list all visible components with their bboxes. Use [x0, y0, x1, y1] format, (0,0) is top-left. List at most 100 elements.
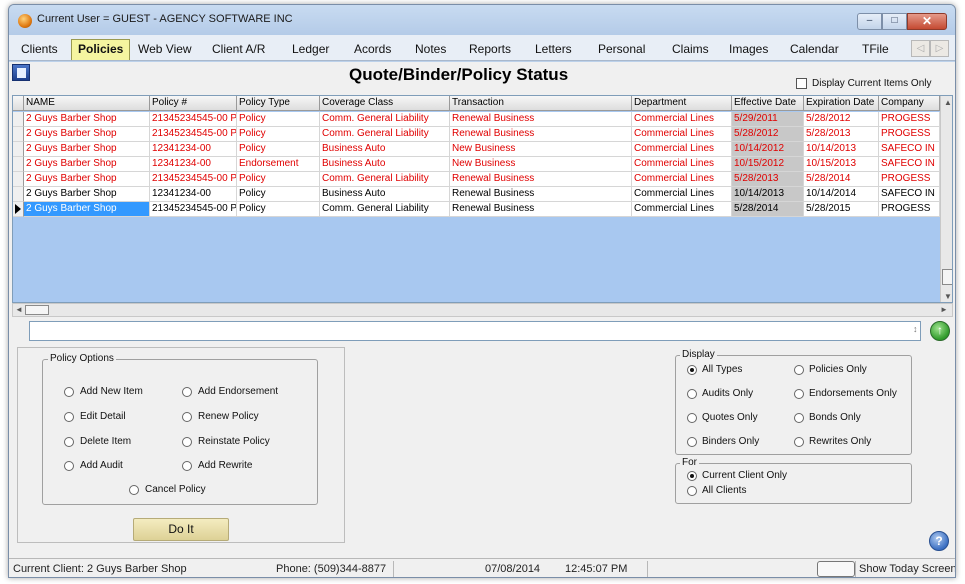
- radio-all-types[interactable]: [687, 365, 697, 375]
- cell-name[interactable]: 2 Guys Barber Shop: [24, 127, 150, 142]
- cell-company[interactable]: PROGESS: [879, 127, 940, 142]
- cell-expiration-date[interactable]: 5/28/2014: [804, 172, 879, 187]
- radio-cancel-policy[interactable]: [129, 485, 139, 495]
- cell-company[interactable]: SAFECO IN: [879, 187, 940, 202]
- cell-policy-type[interactable]: Policy: [237, 172, 320, 187]
- cell-transaction[interactable]: Renewal Business: [450, 187, 632, 202]
- radio-audits-only[interactable]: [687, 389, 697, 399]
- cell-company[interactable]: PROGESS: [879, 172, 940, 187]
- row-indicator[interactable]: [13, 157, 24, 172]
- cell-department[interactable]: Commercial Lines: [632, 187, 732, 202]
- cell-name[interactable]: 2 Guys Barber Shop: [24, 202, 150, 217]
- radio-endorsements-only[interactable]: [794, 389, 804, 399]
- cell-coverage-class[interactable]: Business Auto: [320, 187, 450, 202]
- scroll-left-icon[interactable]: ◄: [15, 305, 23, 314]
- close-button[interactable]: ✕: [907, 13, 947, 30]
- column-header-department[interactable]: Department: [632, 96, 732, 111]
- radio-current-client-only[interactable]: [687, 471, 697, 481]
- cell-transaction[interactable]: Renewal Business: [450, 127, 632, 142]
- row-indicator[interactable]: [13, 142, 24, 157]
- today-screen-indicator[interactable]: [817, 561, 855, 577]
- cell-department[interactable]: Commercial Lines: [632, 157, 732, 172]
- cell-transaction[interactable]: Renewal Business: [450, 202, 632, 217]
- tab-clients[interactable]: Clients: [21, 42, 58, 60]
- cell-policy-number[interactable]: 12341234-00: [150, 142, 237, 157]
- radio-edit-detail[interactable]: [64, 412, 74, 422]
- radio-quotes-only[interactable]: [687, 413, 697, 423]
- row-indicator[interactable]: [13, 112, 24, 127]
- scroll-down-icon[interactable]: ▼: [944, 292, 952, 301]
- minimize-button[interactable]: –: [857, 13, 882, 30]
- tab-claims[interactable]: Claims: [672, 42, 709, 60]
- cell-coverage-class[interactable]: Comm. General Liability: [320, 127, 450, 142]
- column-header-company[interactable]: Company: [879, 96, 940, 111]
- cell-coverage-class[interactable]: Business Auto: [320, 157, 450, 172]
- column-header-policy-type[interactable]: Policy Type: [237, 96, 320, 111]
- tab-acords[interactable]: Acords: [354, 42, 391, 60]
- cell-policy-number[interactable]: 21345234545-00 P: [150, 112, 237, 127]
- radio-binders-only[interactable]: [687, 437, 697, 447]
- column-header-policy-number[interactable]: Policy #: [150, 96, 237, 111]
- tab-client-ar[interactable]: Client A/R: [212, 42, 265, 60]
- cell-expiration-date[interactable]: 10/15/2013: [804, 157, 879, 172]
- help-icon[interactable]: ?: [929, 531, 949, 551]
- cell-expiration-date[interactable]: 5/28/2013: [804, 127, 879, 142]
- tab-calendar[interactable]: Calendar: [790, 42, 839, 60]
- cell-effective-date[interactable]: 10/15/2012: [732, 157, 804, 172]
- cell-coverage-class[interactable]: Comm. General Liability: [320, 112, 450, 127]
- cell-expiration-date[interactable]: 5/28/2015: [804, 202, 879, 217]
- cell-effective-date[interactable]: 5/28/2013: [732, 172, 804, 187]
- cell-expiration-date[interactable]: 10/14/2013: [804, 142, 879, 157]
- cell-name[interactable]: 2 Guys Barber Shop: [24, 157, 150, 172]
- tab-ledger[interactable]: Ledger: [292, 42, 329, 60]
- cell-effective-date[interactable]: 5/29/2011: [732, 112, 804, 127]
- cell-department[interactable]: Commercial Lines: [632, 142, 732, 157]
- radio-add-rewrite[interactable]: [182, 461, 192, 471]
- cell-policy-number[interactable]: 21345234545-00 P: [150, 172, 237, 187]
- cell-transaction[interactable]: Renewal Business: [450, 112, 632, 127]
- radio-rewrites-only[interactable]: [794, 437, 804, 447]
- column-header-name[interactable]: NAME: [24, 96, 150, 111]
- cell-policy-type[interactable]: Policy: [237, 112, 320, 127]
- radio-add-new-item[interactable]: [64, 387, 74, 397]
- cell-department[interactable]: Commercial Lines: [632, 127, 732, 142]
- radio-bonds-only[interactable]: [794, 413, 804, 423]
- cell-department[interactable]: Commercial Lines: [632, 112, 732, 127]
- grid-vertical-scroll-thumb[interactable]: [942, 269, 952, 285]
- cell-name[interactable]: 2 Guys Barber Shop: [24, 172, 150, 187]
- radio-add-endorsement[interactable]: [182, 387, 192, 397]
- cell-company[interactable]: PROGESS: [879, 112, 940, 127]
- grid-horizontal-scrollbar[interactable]: ◄ ►: [12, 303, 953, 317]
- cell-name[interactable]: 2 Guys Barber Shop: [24, 142, 150, 157]
- column-header-effective-date[interactable]: Effective Date: [732, 96, 804, 111]
- cell-policy-number[interactable]: 12341234-00: [150, 157, 237, 172]
- radio-all-clients[interactable]: [687, 486, 697, 496]
- column-header-transaction[interactable]: Transaction: [450, 96, 632, 111]
- tab-scroll-right-button[interactable]: ▷: [930, 40, 949, 57]
- row-indicator[interactable]: [13, 172, 24, 187]
- radio-add-audit[interactable]: [64, 461, 74, 471]
- column-header-coverage-class[interactable]: Coverage Class: [320, 96, 450, 111]
- do-it-button[interactable]: Do It: [133, 518, 229, 541]
- policy-document-icon[interactable]: [12, 64, 30, 81]
- cell-policy-number[interactable]: 21345234545-00 P: [150, 202, 237, 217]
- cell-expiration-date[interactable]: 10/14/2014: [804, 187, 879, 202]
- cell-coverage-class[interactable]: Business Auto: [320, 142, 450, 157]
- tab-tfile[interactable]: TFile: [862, 42, 889, 60]
- cell-name[interactable]: 2 Guys Barber Shop: [24, 112, 150, 127]
- cell-expiration-date[interactable]: 5/28/2012: [804, 112, 879, 127]
- grid-horizontal-scroll-thumb[interactable]: [25, 305, 49, 315]
- radio-policies-only[interactable]: [794, 365, 804, 375]
- go-arrow-button[interactable]: ↑: [930, 321, 950, 341]
- cell-policy-type[interactable]: Policy: [237, 202, 320, 217]
- cell-name[interactable]: 2 Guys Barber Shop: [24, 187, 150, 202]
- tab-web-view[interactable]: Web View: [138, 42, 192, 60]
- radio-reinstate-policy[interactable]: [182, 437, 192, 447]
- cell-transaction[interactable]: New Business: [450, 142, 632, 157]
- memo-input[interactable]: [29, 321, 921, 341]
- tab-scroll-left-button[interactable]: ◁: [911, 40, 930, 57]
- tab-reports[interactable]: Reports: [469, 42, 511, 60]
- column-header-expiration-date[interactable]: Expiration Date: [804, 96, 879, 111]
- scroll-right-icon[interactable]: ►: [940, 305, 948, 314]
- cell-effective-date[interactable]: 10/14/2013: [732, 187, 804, 202]
